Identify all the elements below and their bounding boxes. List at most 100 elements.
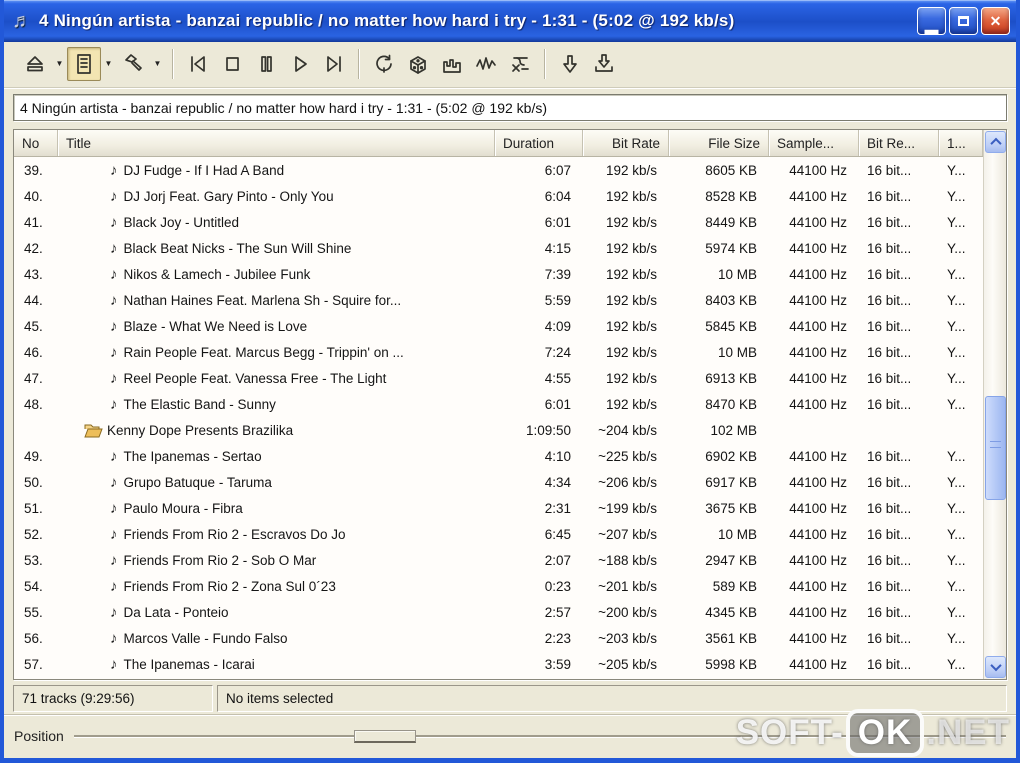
column-header-sample-[interactable]: Sample... xyxy=(769,130,859,156)
playlist-track-row[interactable]: 49. ♪ The Ipanemas - Sertao 4:10 ~225 kb/s 69… xyxy=(14,443,983,469)
shuffle-dice-button[interactable] xyxy=(401,47,435,81)
playlist-dropdown[interactable]: ▼ xyxy=(101,47,116,81)
playlist-track-row[interactable]: 56. ♪ Marcos Valle - Fundo Falso 2:23 ~203 k… xyxy=(14,625,983,651)
previous-track-button[interactable] xyxy=(181,47,215,81)
cell-samplerate: 44100 Hz xyxy=(789,604,847,620)
spectrum-button[interactable] xyxy=(435,47,469,81)
playlist-track-row[interactable]: 54. ♪ Friends From Rio 2 - Zona Sul 0´23 0:… xyxy=(14,573,983,599)
close-icon: ✕ xyxy=(989,12,1002,29)
play-button[interactable] xyxy=(283,47,317,81)
cell-extra: Y... xyxy=(947,448,966,464)
cell-extra: Y... xyxy=(947,344,966,360)
column-header-title[interactable]: Title xyxy=(58,130,495,156)
minimize-button[interactable]: ▬ xyxy=(917,7,946,36)
column-header-bit-rate[interactable]: Bit Rate xyxy=(583,130,669,156)
toolbar: ▼ ▼ ▼ xyxy=(4,42,1016,88)
playlist-track-row[interactable]: 46. ♪ Rain People Feat. Marcus Begg - Trip… xyxy=(14,339,983,365)
column-header-1-[interactable]: 1... xyxy=(939,130,983,156)
playlist-track-row[interactable]: 52. ♪ Friends From Rio 2 - Escravos Do Jo 6… xyxy=(14,521,983,547)
cell-filesize: 3675 KB xyxy=(705,500,757,516)
cell-title: ♪ Black Beat Nicks - The Sun Will Shine xyxy=(58,240,495,257)
vertical-scrollbar[interactable] xyxy=(983,130,1006,679)
cell-samplerate: 44100 Hz xyxy=(789,526,847,542)
stop-button[interactable] xyxy=(215,47,249,81)
playlist-folder-row[interactable]: Kenny Dope Presents Brazilika 1:09:50 ~204… xyxy=(14,417,983,443)
title-bar[interactable]: ♬ 4 Ningún artista - banzai republic / n… xyxy=(4,0,1016,42)
cell-bitdepth: 16 bit... xyxy=(867,214,912,230)
playlist-track-row[interactable]: 41. ♪ Black Joy - Untitled 6:01 192 kb/s 8449… xyxy=(14,209,983,235)
waveform-button[interactable] xyxy=(469,47,503,81)
dice-icon xyxy=(406,52,430,76)
playlist-track-row[interactable]: 43. ♪ Nikos & Lamech - Jubilee Funk 7:39 192… xyxy=(14,261,983,287)
cell-title: ♪ The Elastic Band - Sunny xyxy=(58,396,495,413)
playlist-track-row[interactable]: 40. ♪ DJ Jorj Feat. Gary Pinto - Only You 6… xyxy=(14,183,983,209)
playlist-track-row[interactable]: 51. ♪ Paulo Moura - Fibra 2:31 ~199 kb/s 3675… xyxy=(14,495,983,521)
scrollbar-thumb[interactable] xyxy=(985,396,1006,500)
playlist-view-button[interactable] xyxy=(67,46,101,81)
cell-extra: Y... xyxy=(947,214,966,230)
cut-button[interactable] xyxy=(503,47,537,81)
playlist-track-row[interactable]: 45. ♪ Blaze - What We Need is Love 4:09 192 … xyxy=(14,313,983,339)
close-button[interactable]: ✕ xyxy=(981,7,1010,35)
repeat-button[interactable] xyxy=(367,47,401,81)
cell-filesize: 10 MB xyxy=(717,526,757,542)
eject-dropdown[interactable]: ▼ xyxy=(52,47,67,81)
cell-extra: Y... xyxy=(947,552,966,568)
cell-filesize: 8449 KB xyxy=(705,214,757,230)
scroll-down-button[interactable] xyxy=(985,656,1006,678)
playlist-header: No Title Duration Bit Rate File Size Sample..… xyxy=(14,130,983,157)
cell-number: 51. xyxy=(24,500,43,516)
status-selection: No items selected xyxy=(217,685,1007,712)
cell-number: 46. xyxy=(24,344,43,360)
cell-filesize: 5974 KB xyxy=(705,240,757,256)
music-note-icon: ♪ xyxy=(110,577,118,595)
position-label: Position xyxy=(14,727,64,744)
toolbar-separator xyxy=(544,48,546,79)
cell-number: 50. xyxy=(24,474,43,490)
playlist-track-row[interactable]: 55. ♪ Da Lata - Ponteio 2:57 ~200 kb/s 4345 K… xyxy=(14,599,983,625)
cell-bitdepth: 16 bit... xyxy=(867,656,912,672)
column-header-file-size[interactable]: File Size xyxy=(669,130,769,156)
cell-filesize: 8403 KB xyxy=(705,292,757,308)
cell-bitrate: 192 kb/s xyxy=(605,188,657,204)
cell-bitdepth: 16 bit... xyxy=(867,266,912,282)
pause-button[interactable] xyxy=(249,47,283,81)
track-title-text: DJ Jorj Feat. Gary Pinto - Only You xyxy=(123,188,334,204)
tools-dropdown[interactable]: ▼ xyxy=(150,47,165,81)
cell-bitdepth: 16 bit... xyxy=(867,318,912,334)
playlist-track-row[interactable]: 39. ♪ DJ Fudge - If I Had A Band 6:07 192 kb… xyxy=(14,157,983,183)
app-icon: ♬ xyxy=(12,9,32,32)
cell-number: 49. xyxy=(24,448,43,464)
playlist-track-row[interactable]: 53. ♪ Friends From Rio 2 - Sob O Mar 2:07 ~1… xyxy=(14,547,983,573)
cell-bitdepth: 16 bit... xyxy=(867,552,912,568)
cell-extra: Y... xyxy=(947,188,966,204)
cell-samplerate: 44100 Hz xyxy=(789,448,847,464)
cell-bitrate: ~203 kb/s xyxy=(598,630,657,646)
playlist-track-row[interactable]: 48. ♪ The Elastic Band - Sunny 6:01 192 kb/s… xyxy=(14,391,983,417)
cell-bitrate: ~188 kb/s xyxy=(598,552,657,568)
cell-extra: Y... xyxy=(947,604,966,620)
next-track-button[interactable] xyxy=(317,47,351,81)
maximize-button[interactable] xyxy=(949,7,978,35)
slider-thumb[interactable] xyxy=(353,729,416,743)
playlist-track-row[interactable]: 47. ♪ Reel People Feat. Vanessa Free - The… xyxy=(14,365,983,391)
cell-duration: 1:09:50 xyxy=(525,422,571,438)
track-title-text: Blaze - What We Need is Love xyxy=(123,318,308,334)
cell-number: 44. xyxy=(24,292,43,308)
playlist-track-row[interactable]: 57. ♪ The Ipanemas - Icarai 3:59 ~205 kb/s 59… xyxy=(14,651,983,677)
save-button[interactable] xyxy=(587,47,621,81)
column-header-bit-re-[interactable]: Bit Re... xyxy=(859,130,939,156)
slider-track[interactable] xyxy=(73,734,1006,737)
playlist-track-row[interactable]: 50. ♪ Grupo Batuque - Taruma 4:34 ~206 kb/s 6… xyxy=(14,469,983,495)
column-header-no[interactable]: No xyxy=(14,130,58,156)
now-playing-field[interactable] xyxy=(13,94,1007,121)
playlist-track-row[interactable]: 42. ♪ Black Beat Nicks - The Sun Will Shin… xyxy=(14,235,983,261)
download-button[interactable] xyxy=(553,47,587,81)
playlist-track-row[interactable]: 44. ♪ Nathan Haines Feat. Marlena Sh - Squ… xyxy=(14,287,983,313)
cell-number: 39. xyxy=(24,162,43,178)
column-header-duration[interactable]: Duration xyxy=(495,130,583,156)
scroll-up-button[interactable] xyxy=(985,131,1006,153)
eject-button[interactable] xyxy=(18,47,52,81)
position-slider[interactable] xyxy=(73,728,1006,744)
tools-button[interactable] xyxy=(116,47,150,81)
